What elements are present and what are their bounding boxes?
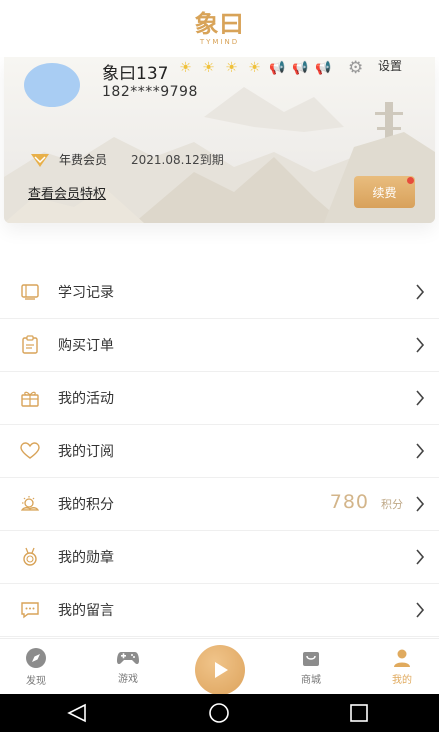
menu-item-my-subscriptions[interactable]: 我的订阅: [0, 425, 439, 478]
app-header: 象曰 TYMIND: [0, 0, 439, 57]
menu-item-label: 我的留言: [58, 603, 114, 619]
menu-item-label: 购买订单: [58, 338, 114, 354]
system-navigation-bar: [0, 694, 439, 732]
chevron-right-icon: [416, 284, 425, 300]
view-privileges-link[interactable]: 查看会员特权: [28, 183, 106, 202]
menu-list: 学习记录 购买订单 我的活动 我的订阅 我的积分 780 积分 我的勋章 我的留…: [0, 266, 439, 637]
tab-games[interactable]: 游戏: [98, 639, 158, 695]
menu-item-purchase-orders[interactable]: 购买订单: [0, 319, 439, 372]
gamepad-icon: [117, 652, 139, 665]
medal-icon: [20, 547, 40, 567]
renew-button-label: 续费: [372, 185, 397, 200]
app-logo-subtitle: TYMIND: [199, 38, 240, 46]
settings-button[interactable]: 设置: [378, 57, 402, 74]
heart-icon: [20, 441, 40, 461]
vip-diamond-icon: [31, 154, 49, 167]
recents-icon[interactable]: [349, 703, 369, 723]
menu-item-my-medals[interactable]: 我的勋章: [0, 531, 439, 584]
gear-icon[interactable]: ⚙: [348, 58, 363, 78]
membership-type: 年费会员: [59, 153, 108, 167]
chevron-right-icon: [416, 602, 425, 618]
home-icon[interactable]: [207, 703, 231, 723]
menu-item-my-activities[interactable]: 我的活动: [0, 372, 439, 425]
menu-item-my-messages[interactable]: 我的留言: [0, 584, 439, 637]
profile-card: 象曰137 ☀ ☀ ☀ ☀ 📢 📢 📢 ⚙ 设置 182****9798 年费会…: [4, 57, 435, 223]
sun-icon: ☀: [202, 60, 215, 76]
shopping-bag-icon: [303, 652, 319, 666]
chevron-right-icon: [416, 337, 425, 353]
tab-label: 我的: [392, 675, 412, 686]
tab-discover[interactable]: 发现: [6, 639, 66, 695]
sun-icon: ☀: [179, 60, 192, 76]
renew-button[interactable]: 续费: [354, 176, 415, 208]
membership-expiry: 2021.08.12到期: [131, 153, 224, 167]
chevron-right-icon: [416, 443, 425, 459]
menu-item-label: 我的勋章: [58, 550, 114, 566]
book-icon: [20, 282, 40, 302]
avatar[interactable]: [24, 63, 80, 107]
menu-item-label: 我的积分: [58, 497, 114, 513]
menu-item-my-points[interactable]: 我的积分 780 积分: [0, 478, 439, 531]
menu-item-label: 我的活动: [58, 391, 114, 407]
username: 象曰137: [102, 64, 169, 84]
chevron-right-icon: [416, 390, 425, 406]
bottom-tab-bar: 发现 游戏 商城 我的: [0, 638, 439, 695]
horn-icon: 📢: [269, 60, 286, 76]
chevron-right-icon: [416, 496, 425, 512]
chevron-right-icon: [416, 549, 425, 565]
notification-dot: [407, 177, 414, 184]
user-icon: [394, 649, 410, 667]
tab-mall[interactable]: 商城: [281, 639, 341, 695]
app-logo: 象曰: [194, 10, 245, 38]
play-icon: [215, 662, 228, 678]
message-icon: [20, 600, 40, 620]
clipboard-icon: [20, 335, 40, 355]
points-value: 780: [329, 491, 369, 513]
play-button[interactable]: [195, 645, 245, 695]
menu-item-label: 我的订阅: [58, 444, 114, 460]
sun-icon: ☀: [248, 60, 261, 76]
tab-label: 发现: [26, 676, 46, 687]
compass-icon: [26, 648, 46, 668]
menu-item-study-record[interactable]: 学习记录: [0, 266, 439, 319]
horn-icon: 📢: [315, 60, 332, 76]
tab-label: 商城: [301, 675, 321, 686]
tab-label: 游戏: [118, 674, 138, 685]
sun-icon: ☀: [225, 60, 238, 76]
weather-strip: ☀ ☀ ☀ ☀ 📢 📢 📢: [174, 60, 335, 76]
gift-icon: [20, 388, 40, 408]
tab-mine[interactable]: 我的: [372, 639, 432, 695]
sun-cloud-icon: [20, 494, 40, 514]
points-unit: 积分: [381, 498, 403, 511]
phone-number: 182****9798: [102, 84, 198, 100]
horn-icon: 📢: [292, 60, 309, 76]
back-icon[interactable]: [66, 703, 88, 723]
menu-item-label: 学习记录: [58, 285, 114, 301]
